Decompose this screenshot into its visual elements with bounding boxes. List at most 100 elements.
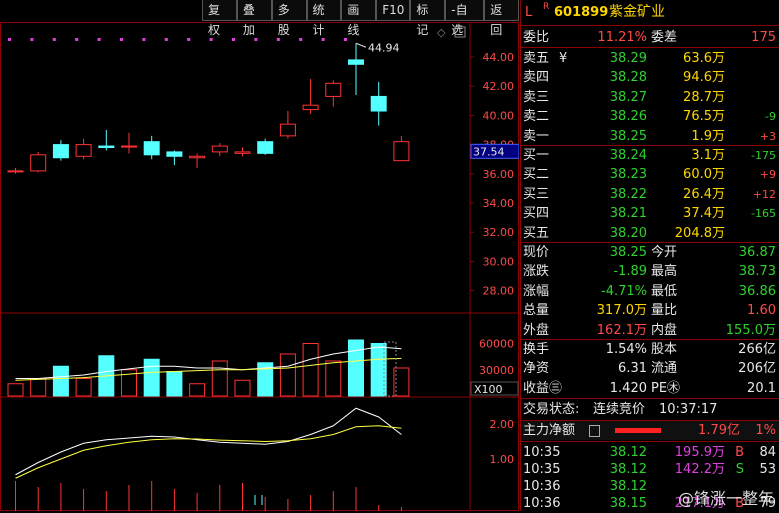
volume-bar: [166, 371, 183, 397]
mainflow-pct: 1%: [755, 423, 776, 438]
candle-body: [52, 144, 69, 159]
stat-value: 36.86: [738, 283, 776, 299]
macd-tick-label: 1.00: [490, 453, 515, 466]
stat-value: 38.73: [738, 264, 776, 280]
ask-label: 卖二: [523, 109, 550, 125]
volume-bar: [30, 378, 47, 397]
stat-row: 涨跌 -1.89 最高 38.73: [521, 262, 779, 281]
ask-label: 卖四: [523, 70, 550, 86]
stat-label: PE㊍: [651, 380, 681, 396]
tick-price: 38.15: [609, 496, 647, 511]
stat-label: 现价: [523, 245, 550, 260]
mainflow-value: 1.79亿: [698, 423, 740, 438]
toolbar-button[interactable]: F10: [376, 0, 411, 21]
weibi-row: 委比 11.21% 委差 175: [521, 28, 779, 47]
toolbar-button[interactable]: -自选: [445, 0, 485, 37]
stat-row: 净资 6.31 流通 206亿: [521, 359, 779, 378]
volume-ma10-line: [15, 357, 402, 381]
volume-bar: [348, 339, 364, 397]
bid-change: -175: [751, 149, 776, 162]
current-price-label: 37.54: [473, 145, 505, 158]
stat-value: 1.420: [609, 380, 647, 396]
stat-value: 36.87: [738, 245, 776, 260]
stock-header: L R 601899 紫金矿业: [521, 2, 779, 22]
tick-time: 10:36: [523, 496, 561, 511]
bid-volume: 3.1万: [691, 148, 725, 163]
ask-label: 卖一: [523, 128, 550, 144]
stat-row: 涨幅 -4.71% 最低 36.86: [521, 282, 779, 301]
trade-status-label: 交易状态:: [523, 402, 580, 417]
yuan-icon: ¥: [559, 51, 568, 66]
stat-label: 涨幅: [523, 283, 550, 299]
toolbar-button[interactable]: 画线: [341, 0, 377, 37]
volume-bar: [279, 353, 296, 397]
weibi-label: 委比: [523, 30, 550, 45]
stat-value: 155.0万: [725, 322, 776, 338]
list-icon[interactable]: [589, 425, 600, 437]
mainflow-row: 主力净额 1.79亿 1%: [521, 421, 779, 440]
candle-body: [75, 144, 92, 157]
marker-dot: [164, 38, 168, 41]
toolbar-button[interactable]: 多股: [271, 0, 307, 37]
bid-label: 买四: [523, 206, 550, 222]
bid-volume: 204.8万: [674, 225, 725, 241]
marker-dot: [120, 38, 123, 41]
marker-dot: [52, 38, 56, 41]
ask-row: 卖五 ¥38.29 63.6万: [521, 49, 779, 68]
volume-bar: [234, 379, 251, 397]
weicha-label: 委差: [651, 30, 678, 45]
stat-label: 今开: [651, 245, 678, 260]
marker-dot: [299, 38, 303, 41]
diamond-icon: ◇: [437, 26, 446, 39]
toolbar-button[interactable]: 叠加: [236, 0, 272, 37]
stat-label: 量比: [651, 303, 678, 319]
macd-tick-label: 2.00: [490, 418, 515, 431]
macd-dea-line: [15, 425, 402, 479]
r-flag: R: [543, 2, 550, 12]
toolbar-button[interactable]: 统计: [306, 0, 342, 37]
weibi-value: 11.21%: [597, 30, 647, 45]
ask-row: 卖三 38.27 28.7万: [521, 88, 779, 107]
kline-panel[interactable]: ◇44.0042.0040.0038.0036.0034.0032.0030.0…: [0, 0, 520, 511]
kline-chart[interactable]: ◇44.0042.0040.0038.0036.0034.0032.0030.0…: [0, 0, 519, 511]
bid-row: 买二 38.23 60.0万 +9: [521, 165, 779, 184]
macd-dif-line: [15, 407, 402, 476]
candle-body: [30, 154, 47, 172]
stat-label: 涨跌: [523, 264, 550, 280]
bid-row: 买五 38.20 204.8万: [521, 224, 779, 243]
ask-price: 38.28: [609, 70, 647, 86]
divider: [521, 25, 779, 26]
divider: [521, 47, 779, 48]
ask-volume: 1.9万: [691, 128, 725, 144]
volume-tick-label: 60000: [479, 338, 514, 351]
stat-label: 内盘: [651, 322, 678, 338]
ask-volume: 28.7万: [683, 89, 725, 105]
toolbar-button[interactable]: 标记: [410, 0, 446, 37]
marker-dot: [75, 38, 79, 41]
stat-row: 收益㊂ 1.420 PE㊍ 20.1: [521, 379, 779, 398]
ask-label: 卖五: [523, 51, 550, 66]
stat-value: 20.1: [747, 380, 776, 396]
candle-body: [302, 104, 319, 111]
bid-row: 买三 38.22 26.4万 +12: [521, 185, 779, 204]
volume-bar: [143, 358, 160, 397]
stat-row: 总量 317.0万 量比 1.60: [521, 301, 779, 320]
volume-bar: [75, 378, 92, 397]
ask-row: 卖一 38.25 1.9万 +3: [521, 127, 779, 146]
ask-volume: 76.5万: [683, 109, 725, 125]
volume-bar: [189, 383, 206, 397]
bid-change: -165: [751, 207, 776, 221]
trade-time: 10:37:17: [659, 402, 718, 417]
ask-row: 卖二 38.26 76.5万 -9: [521, 107, 779, 126]
ask-price: 38.26: [609, 109, 647, 125]
bid-change: +9: [759, 168, 776, 182]
ask-row: 卖四 38.28 94.6万: [521, 68, 779, 87]
stat-label: 最高: [651, 264, 678, 280]
toolbar-button[interactable]: 返回: [484, 0, 520, 37]
toolbar-button[interactable]: 复权: [202, 0, 237, 37]
stat-value: 162.1万: [596, 322, 647, 338]
stock-name: 紫金矿业: [609, 4, 665, 20]
candle-body: [279, 123, 296, 137]
volume-unit-label: X100: [474, 383, 503, 396]
bid-price: 38.24: [609, 148, 647, 163]
